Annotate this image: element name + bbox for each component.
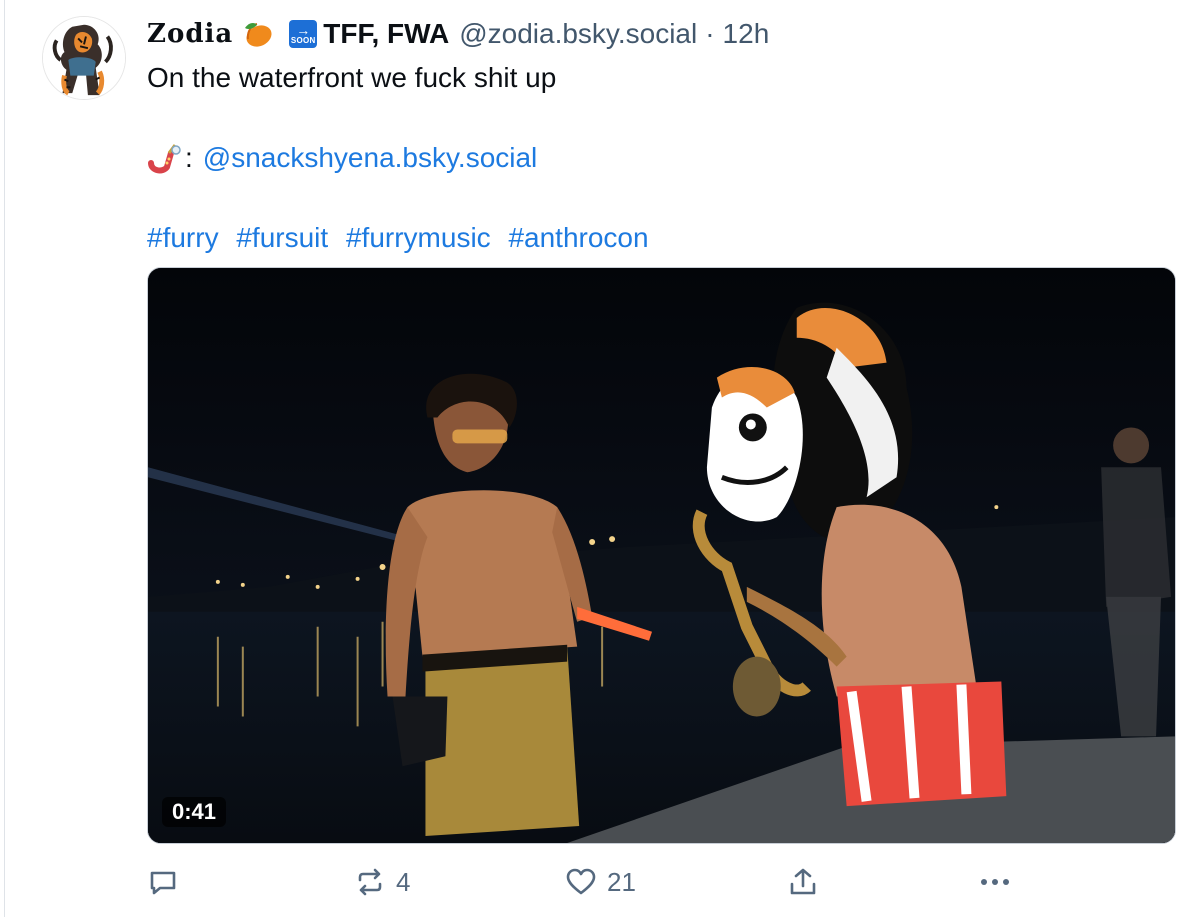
soon-arrow-icon: → SOON (289, 20, 318, 48)
reply-icon (147, 866, 179, 898)
saxophone-icon (147, 141, 183, 175)
post-actions: 4 21 (147, 862, 1176, 902)
author-handle[interactable]: @zodia.bsky.social (459, 16, 697, 52)
display-name-fancy[interactable]: Zodia (147, 16, 233, 52)
post-text-line: On the waterfront we fuck shit up (147, 62, 557, 93)
reply-button[interactable] (147, 862, 179, 902)
more-icon (977, 866, 1013, 898)
hashtag-link[interactable]: #anthrocon (508, 222, 648, 253)
video-thumbnail (148, 268, 1175, 843)
mango-icon (241, 19, 275, 49)
credit-line: : @snackshyena.bsky.social (147, 140, 537, 176)
like-count: 21 (607, 866, 636, 897)
meta-separator: · (705, 18, 715, 49)
credit-handle-link[interactable]: @snackshyena.bsky.social (203, 140, 538, 176)
video-duration: 0:41 (162, 797, 227, 827)
repost-count: 4 (396, 866, 411, 897)
more-button[interactable] (977, 862, 1013, 902)
video-player[interactable]: 0:41 (147, 267, 1176, 844)
hashtag-link[interactable]: #fursuit (236, 222, 328, 253)
share-button[interactable] (787, 862, 819, 902)
heart-icon (565, 866, 597, 898)
repost-button[interactable]: 4 (354, 862, 410, 902)
share-icon (787, 866, 819, 898)
repost-icon (354, 866, 386, 898)
soon-badge-label: SOON (290, 35, 316, 45)
hashtag-link[interactable]: #furrymusic (346, 222, 491, 253)
display-name-tags[interactable]: TFF, FWA (323, 16, 449, 52)
post[interactable]: Zodia → SOON TFF, FWA @zodia.bsky.social… (0, 0, 1190, 917)
post-time[interactable]: 12h (723, 16, 770, 52)
like-button[interactable]: 21 (565, 862, 636, 902)
hashtag-link[interactable]: #furry (147, 222, 219, 253)
hashtags: #furry #fursuit #furrymusic #anthrocon (147, 220, 649, 256)
post-header: Zodia → SOON TFF, FWA @zodia.bsky.social… (147, 16, 769, 52)
avatar[interactable] (42, 16, 126, 100)
credit-separator: : (185, 142, 193, 173)
